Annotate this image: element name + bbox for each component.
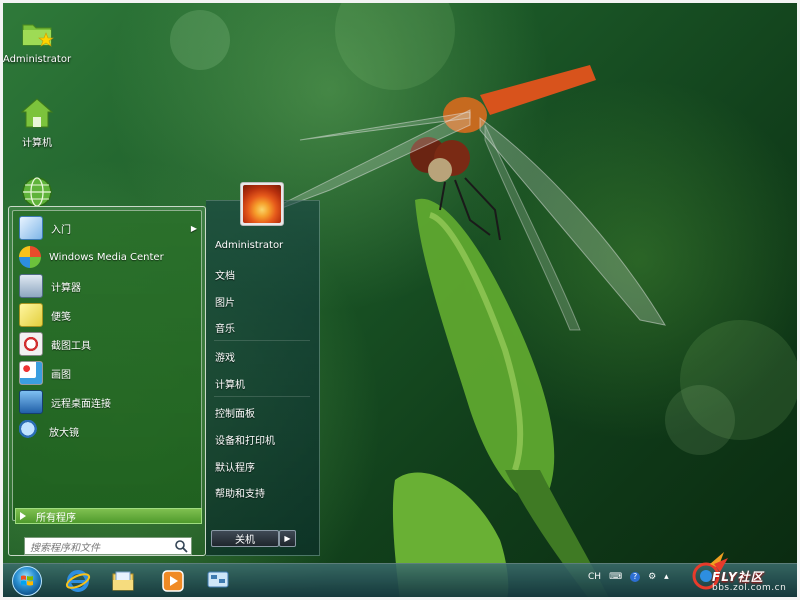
settings-icon[interactable]: ⚙ xyxy=(648,572,656,582)
program-label: 放大镜 xyxy=(49,427,79,439)
desktop-icon-label: Administrator xyxy=(2,54,72,65)
calculator-icon xyxy=(19,274,43,298)
program-label: 入门 xyxy=(51,224,71,236)
remote-desktop-icon xyxy=(19,390,43,414)
program-magnifier[interactable]: 放大镜 xyxy=(19,418,199,444)
separator xyxy=(214,340,310,341)
search-icon[interactable] xyxy=(174,539,188,553)
separator xyxy=(214,396,310,397)
search-placeholder: 搜索程序和文件 xyxy=(30,542,100,554)
network-icon xyxy=(207,571,229,588)
computer-icon xyxy=(20,96,54,130)
snipping-tool-icon xyxy=(19,332,43,356)
start-menu-places-pane: Administrator 文档 图片 音乐 游戏 计算机 控制面板 设备和打印… xyxy=(206,182,320,556)
all-programs-label: 所有程序 xyxy=(36,512,76,524)
getting-started-icon xyxy=(19,216,43,240)
user-folder-icon xyxy=(20,16,54,50)
taskbar-windows-explorer[interactable] xyxy=(103,567,143,595)
media-center-icon xyxy=(19,246,41,268)
program-calculator[interactable]: 计算器 xyxy=(19,273,199,299)
desktop-icon-label: 计算机 xyxy=(22,138,52,149)
media-player-icon xyxy=(162,570,184,592)
place-computer[interactable]: 计算机 xyxy=(215,376,245,391)
shutdown-button[interactable]: 关机 xyxy=(211,530,279,547)
program-label: 便笺 xyxy=(51,311,71,323)
program-snipping-tool[interactable]: 截图工具 xyxy=(19,331,199,357)
magnifier-icon xyxy=(19,420,41,442)
program-sticky-notes[interactable]: 便笺 xyxy=(19,302,199,328)
watermark-logo: FLY社区 bbs.zol.com.cn xyxy=(690,540,795,596)
place-games[interactable]: 游戏 xyxy=(215,349,235,364)
help-icon[interactable]: ? xyxy=(630,572,641,582)
chevron-right-icon: ▶ xyxy=(284,534,291,543)
taskbar-media-player[interactable] xyxy=(153,567,193,595)
place-music[interactable]: 音乐 xyxy=(215,320,235,335)
taskbar-network[interactable] xyxy=(198,567,238,595)
watermark-subtitle: bbs.zol.com.cn xyxy=(712,583,787,593)
place-control-panel[interactable]: 控制面板 xyxy=(215,405,255,420)
program-label: 计算器 xyxy=(51,282,81,294)
language-indicator[interactable]: CH xyxy=(588,572,601,582)
all-programs-button[interactable]: 所有程序 xyxy=(15,508,202,524)
program-label: Windows Media Center xyxy=(49,251,164,263)
place-devices-printers[interactable]: 设备和打印机 xyxy=(215,432,275,447)
paint-icon xyxy=(19,361,43,385)
windows-logo-icon xyxy=(21,575,33,586)
search-input[interactable]: 搜索程序和文件 xyxy=(24,537,192,555)
triangle-right-icon xyxy=(20,512,26,520)
program-windows-media-center[interactable]: Windows Media Center xyxy=(19,244,199,270)
place-pictures[interactable]: 图片 xyxy=(215,294,235,309)
desktop-icon-administrator[interactable]: Administrator xyxy=(2,16,72,65)
internet-explorer-icon xyxy=(65,570,91,592)
program-label: 远程桌面连接 xyxy=(51,398,111,410)
sticky-notes-icon xyxy=(19,303,43,327)
taskbar-internet-explorer[interactable] xyxy=(58,567,98,595)
desktop-icon-computer[interactable]: 计算机 xyxy=(2,96,72,149)
start-button[interactable] xyxy=(12,566,42,596)
user-avatar[interactable] xyxy=(240,182,284,226)
program-label: 画图 xyxy=(51,369,71,381)
program-label: 截图工具 xyxy=(51,340,91,352)
shutdown-label: 关机 xyxy=(235,535,255,546)
chevron-up-icon[interactable]: ▴ xyxy=(664,572,669,582)
place-help-support[interactable]: 帮助和支持 xyxy=(215,485,265,500)
submenu-arrow-icon[interactable]: ▶ xyxy=(191,224,197,233)
start-menu: 入门 ▶ Windows Media Center 计算器 便笺 截图工具 画图… xyxy=(8,182,320,558)
program-remote-desktop[interactable]: 远程桌面连接 xyxy=(19,389,199,415)
start-menu-programs-pane: 入门 ▶ Windows Media Center 计算器 便笺 截图工具 画图… xyxy=(8,206,206,556)
place-administrator[interactable]: Administrator xyxy=(215,240,283,251)
keyboard-icon[interactable]: ⌨ xyxy=(609,572,622,582)
place-default-programs[interactable]: 默认程序 xyxy=(215,459,255,474)
place-documents[interactable]: 文档 xyxy=(215,267,235,282)
flower-avatar-image xyxy=(243,185,281,223)
taskbar: CH ⌨ ? ⚙ ▴ xyxy=(3,563,797,598)
program-getting-started[interactable]: 入门 ▶ xyxy=(19,215,199,241)
shutdown-options-button[interactable]: ▶ xyxy=(279,530,296,547)
system-tray: CH ⌨ ? ⚙ ▴ xyxy=(588,572,669,582)
windows-explorer-icon xyxy=(112,571,134,591)
programs-list: 入门 ▶ Windows Media Center 计算器 便笺 截图工具 画图… xyxy=(12,210,202,521)
program-paint[interactable]: 画图 xyxy=(19,360,199,386)
